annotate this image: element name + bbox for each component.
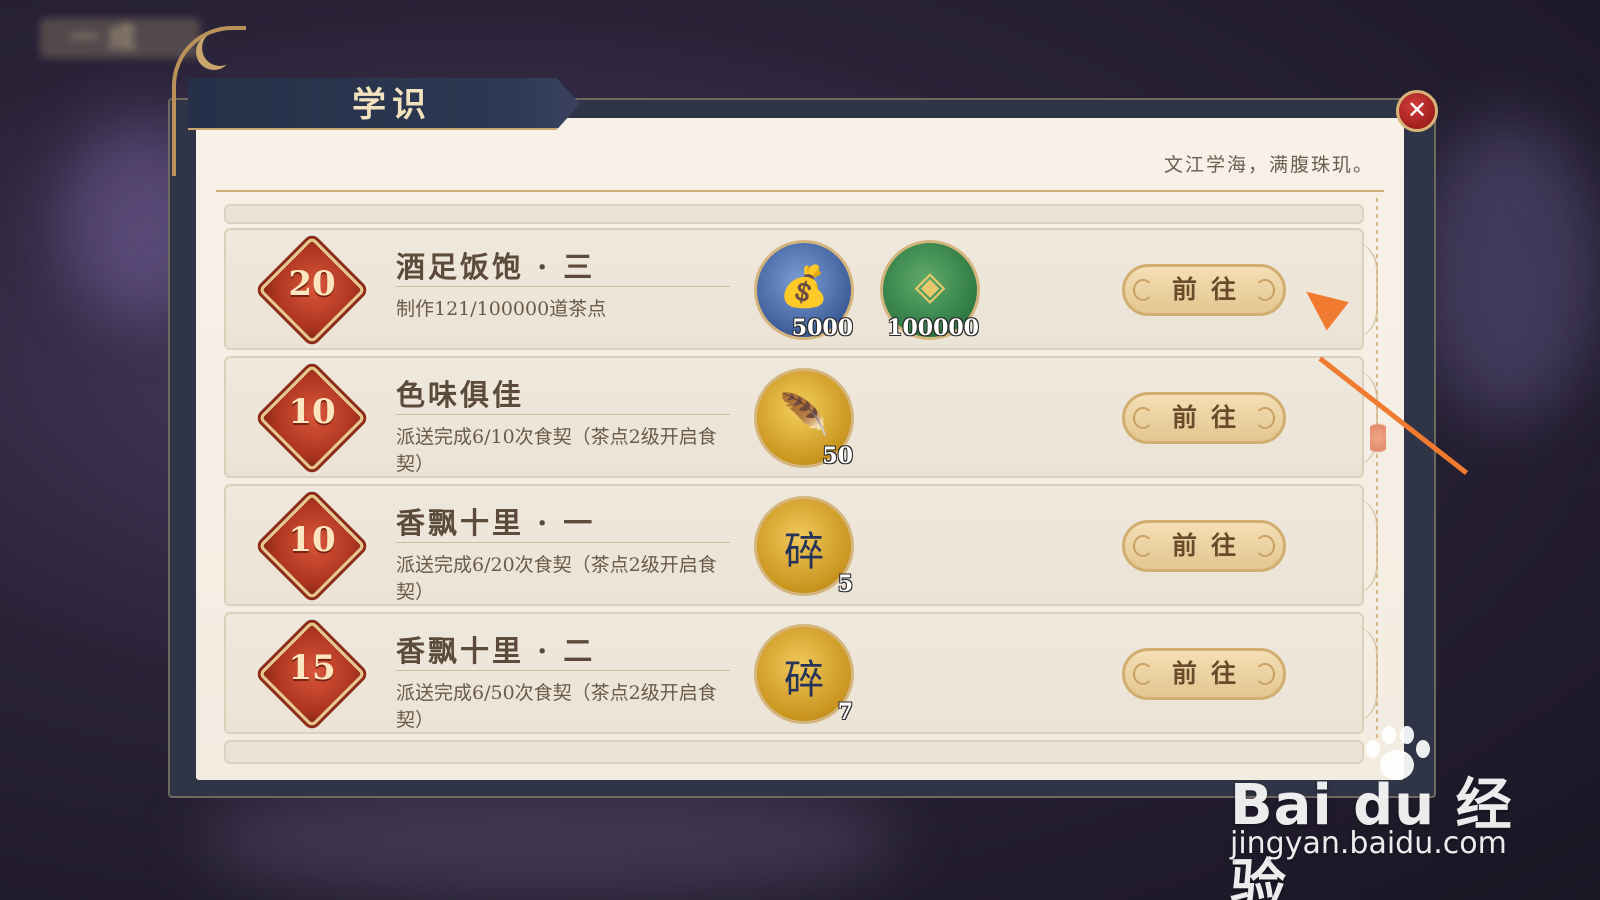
dialog-paper: 文江学海，满腹珠玑。 20 酒足饭饱 · 三 制作121/100000道茶点 💰… <box>196 118 1404 780</box>
reward-fragment-pouch[interactable]: 碎 7 <box>754 624 854 725</box>
header-divider <box>216 190 1384 192</box>
reward-quantity: 100000 <box>887 315 979 341</box>
task-description: 派送完成6/20次食契（茶点2级开启食契） <box>396 554 717 603</box>
points-value: 15 <box>288 648 336 688</box>
reward-quantity: 5000 <box>791 315 853 341</box>
close-icon: ✕ <box>1406 96 1428 124</box>
fragment-pouch-icon: 碎 <box>784 657 824 703</box>
go-button[interactable]: 前往 <box>1122 392 1286 444</box>
task-description: 派送完成6/50次食契（茶点2级开启食契） <box>396 682 717 731</box>
close-button[interactable]: ✕ <box>1396 90 1438 132</box>
go-button-label: 前往 <box>1171 531 1250 560</box>
points-value: 20 <box>288 264 336 304</box>
task-list[interactable]: 20 酒足饭饱 · 三 制作121/100000道茶点 💰 5000 ◈ 100… <box>224 204 1378 764</box>
scrollbar-thumb[interactable] <box>1370 418 1386 458</box>
task-row: 10 色味俱佳 派送完成6/10次食契（茶点2级开启食契） 🪶 50 前往 <box>224 356 1378 478</box>
task-description: 派送完成6/10次食契（茶点2级开启食契） <box>396 426 717 475</box>
reward-quantity: 50 <box>822 443 853 469</box>
task-description: 制作121/100000道茶点 <box>396 298 607 320</box>
swirl-ornament-icon <box>1133 407 1153 429</box>
go-button-label: 前往 <box>1171 403 1250 432</box>
go-button[interactable]: 前往 <box>1122 520 1286 572</box>
reward-fragment-pouch[interactable]: 碎 5 <box>754 496 854 597</box>
reward-quantity: 5 <box>837 571 853 597</box>
fragment-pouch-icon: 碎 <box>784 529 824 575</box>
scrollbar-track[interactable] <box>1376 198 1378 758</box>
go-button-label: 前往 <box>1171 659 1250 688</box>
points-value: 10 <box>288 520 336 560</box>
dialog-title: 学识 <box>352 85 432 125</box>
title-divider <box>396 542 730 543</box>
swirl-ornament-icon <box>1133 535 1153 557</box>
background-glow <box>1420 120 1600 420</box>
go-button[interactable]: 前往 <box>1122 648 1286 700</box>
swirl-ornament-icon <box>1255 535 1275 557</box>
watermark-url: jingyan.baidu.com <box>1230 826 1507 861</box>
watermark: Bai du 经验 jingyan.baidu.com <box>1230 726 1560 900</box>
task-row: 10 香飘十里 · 一 派送完成6/20次食契（茶点2级开启食契） 碎 5 前往 <box>224 484 1378 606</box>
task-title: 香飘十里 · 一 <box>396 506 596 540</box>
swirl-ornament-icon <box>1133 663 1153 685</box>
row-ornament <box>1348 496 1378 596</box>
points-badge: 15 <box>258 620 366 728</box>
swirl-ornament-icon <box>1255 663 1275 685</box>
go-button-label: 前往 <box>1171 275 1250 304</box>
points-badge: 10 <box>258 364 366 472</box>
task-row: 15 香飘十里 · 二 派送完成6/50次食契（茶点2级开启食契） 碎 7 前往 <box>224 612 1378 734</box>
reward-quantity: 7 <box>837 699 853 725</box>
dialog-motto: 文江学海，满腹珠玑。 <box>1163 154 1374 176</box>
swirl-ornament-icon <box>1255 279 1275 301</box>
row-ornament <box>1348 624 1378 724</box>
background-blurred-label: 一 成 <box>40 18 200 58</box>
jade-coin-icon: ◈ <box>914 263 946 309</box>
swirl-ornament-icon <box>1255 407 1275 429</box>
points-value: 10 <box>288 392 336 432</box>
task-title: 色味俱佳 <box>396 378 525 412</box>
coin-pouch-icon: 💰 <box>779 264 829 310</box>
task-title: 香飘十里 · 二 <box>396 634 596 668</box>
reward-golden-feather[interactable]: 🪶 50 <box>754 368 854 469</box>
golden-feather-icon: 🪶 <box>779 392 829 438</box>
list-item-partial <box>224 740 1364 764</box>
list-item-partial <box>224 204 1364 224</box>
title-divider <box>396 670 730 671</box>
dialog-panel: 文江学海，满腹珠玑。 20 酒足饭饱 · 三 制作121/100000道茶点 💰… <box>168 98 1436 798</box>
swirl-ornament-icon <box>1133 279 1153 301</box>
points-badge: 20 <box>258 236 366 344</box>
title-divider <box>396 414 730 415</box>
task-title: 酒足饭饱 · 三 <box>396 250 596 284</box>
reward-coin-pouch[interactable]: 💰 5000 <box>754 240 854 341</box>
background-glow <box>200 780 900 900</box>
task-row: 20 酒足饭饱 · 三 制作121/100000道茶点 💰 5000 ◈ 100… <box>224 228 1378 350</box>
row-ornament <box>1348 240 1378 340</box>
title-divider <box>396 286 730 287</box>
moon-icon <box>202 30 238 66</box>
reward-jade-coin[interactable]: ◈ 100000 <box>880 240 980 341</box>
points-badge: 10 <box>258 492 366 600</box>
go-button[interactable]: 前往 <box>1122 264 1286 316</box>
